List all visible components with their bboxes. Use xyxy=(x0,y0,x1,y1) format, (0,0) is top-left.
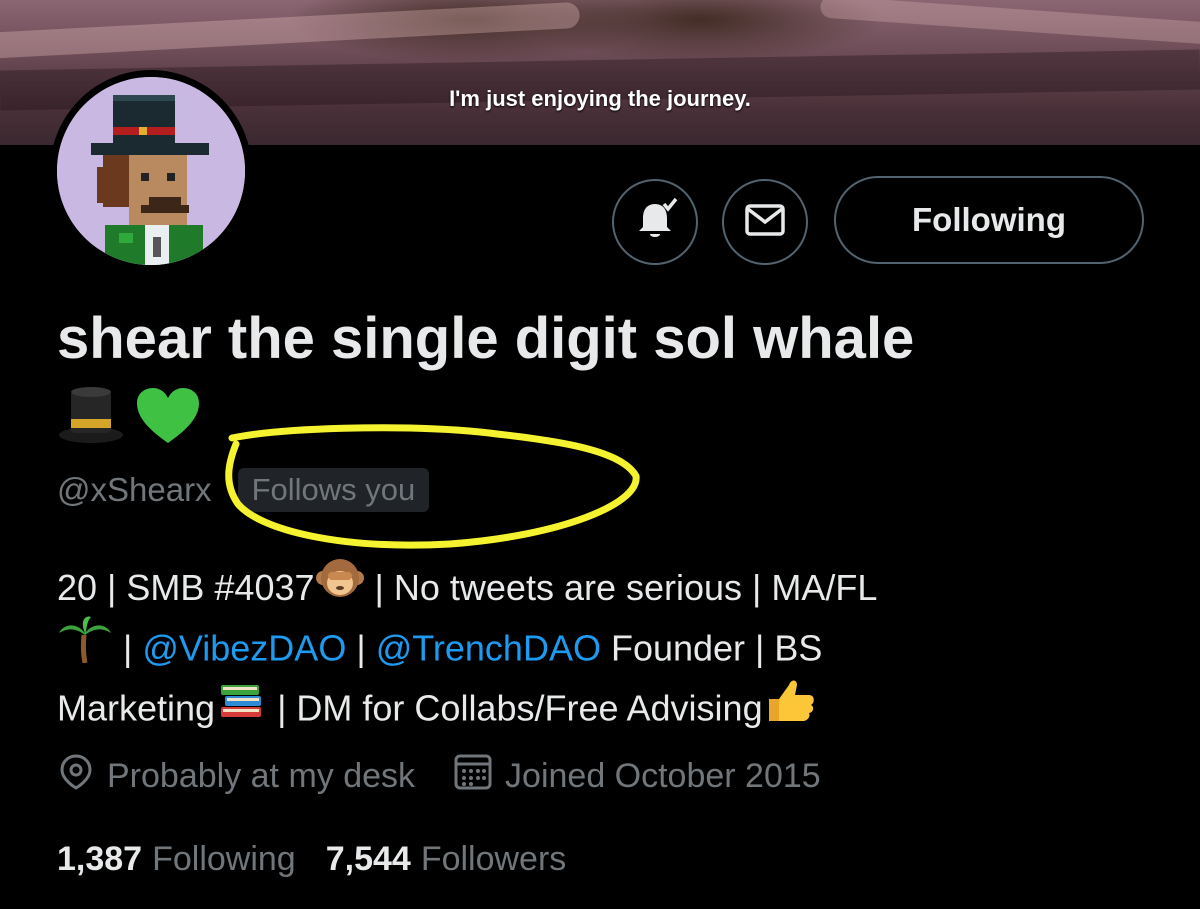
following-count: 1,387 xyxy=(57,839,143,878)
monkey-icon xyxy=(315,556,365,618)
bio-line-3: Marketing | DM for Collabs/Free Advising xyxy=(57,678,1157,738)
green-heart-icon xyxy=(135,387,201,450)
highlight-annotation xyxy=(225,424,640,549)
following-label: Following xyxy=(152,839,296,878)
profile-meta: Probably at my desk Joined October 2015 xyxy=(57,752,859,800)
bell-check-icon xyxy=(631,196,679,249)
join-date: Joined October 2015 xyxy=(453,753,821,800)
location-pin-icon xyxy=(57,753,107,800)
thumbs-up-icon xyxy=(763,675,817,741)
join-date-text: Joined October 2015 xyxy=(505,756,821,795)
follow-stats: 1,387 Following 7,544 Followers xyxy=(57,836,596,882)
display-name: shear the single digit sol whale xyxy=(57,306,915,371)
bio-text: | xyxy=(113,627,143,669)
message-button[interactable] xyxy=(722,179,808,265)
palm-tree-icon xyxy=(57,615,113,681)
location-text: Probably at my desk xyxy=(107,756,416,795)
bio-text: | DM for Collabs/Free Advising xyxy=(267,687,763,729)
bio-text: | xyxy=(346,627,376,669)
followers-count: 7,544 xyxy=(325,839,411,878)
followers-count-link[interactable]: 7,544 Followers xyxy=(326,840,567,879)
top-hat-icon xyxy=(57,385,125,450)
location: Probably at my desk xyxy=(57,753,415,800)
bio-text: | No tweets are serious | MA/FL xyxy=(364,567,878,608)
avatar[interactable] xyxy=(57,77,245,265)
envelope-icon xyxy=(743,198,787,247)
mention-link-vibezdao[interactable]: @VibezDAO xyxy=(142,628,346,669)
bio-line-1: 20 | SMB #4037 | No tweets are serious |… xyxy=(57,558,1157,618)
handle: @xShearx xyxy=(57,471,212,508)
calendar-icon xyxy=(453,753,505,800)
notifications-button[interactable] xyxy=(612,179,698,265)
books-icon xyxy=(215,677,267,739)
bio-text: Founder | BS xyxy=(600,627,823,669)
following-count-link[interactable]: 1,387 Following xyxy=(57,840,296,879)
profile-bio: 20 | SMB #4037 | No tweets are serious |… xyxy=(57,558,1157,738)
following-button[interactable]: Following xyxy=(834,176,1144,264)
bio-text: 20 | SMB #4037 xyxy=(57,567,315,608)
bio-line-2: | @VibezDAO | @TrenchDAO Founder | BS xyxy=(57,615,1157,681)
mention-link-trenchdao[interactable]: @TrenchDAO xyxy=(376,628,601,669)
followers-label: Followers xyxy=(420,839,567,878)
bio-text: Marketing xyxy=(57,687,216,729)
